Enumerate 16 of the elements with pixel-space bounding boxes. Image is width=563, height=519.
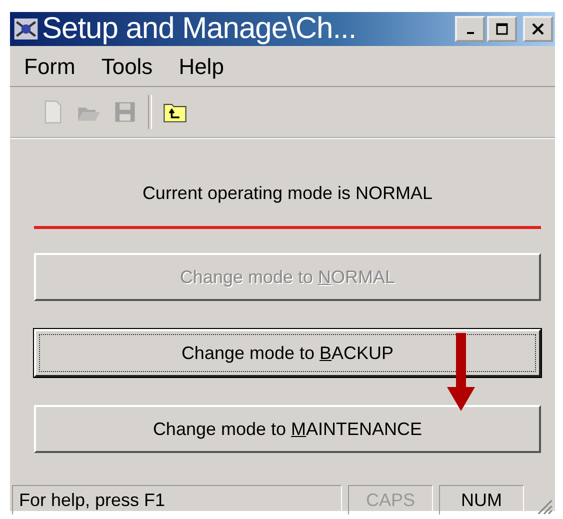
menu-item[interactable]: Form (24, 54, 76, 80)
key-indicator: NUM (439, 485, 524, 515)
window-title: Setup and Manage\Ch... (42, 12, 358, 46)
change-mode-button[interactable]: Change mode to BACKUP (34, 329, 541, 377)
change-mode-button[interactable]: Change mode to MAINTENANCE (34, 405, 541, 453)
maximize-icon (495, 22, 509, 36)
maximize-button[interactable] (487, 16, 517, 42)
close-icon (531, 22, 545, 36)
menu-item[interactable]: Tools (101, 54, 153, 80)
status-text: For help, press F1 (12, 485, 342, 515)
resize-grip-icon[interactable] (535, 497, 553, 515)
close-button[interactable] (523, 16, 553, 42)
status-message: Current operating mode is NORMAL (141, 183, 434, 204)
key-indicator: CAPS (348, 485, 433, 515)
minimize-icon (466, 32, 474, 34)
menu-item[interactable]: Help (178, 54, 224, 80)
